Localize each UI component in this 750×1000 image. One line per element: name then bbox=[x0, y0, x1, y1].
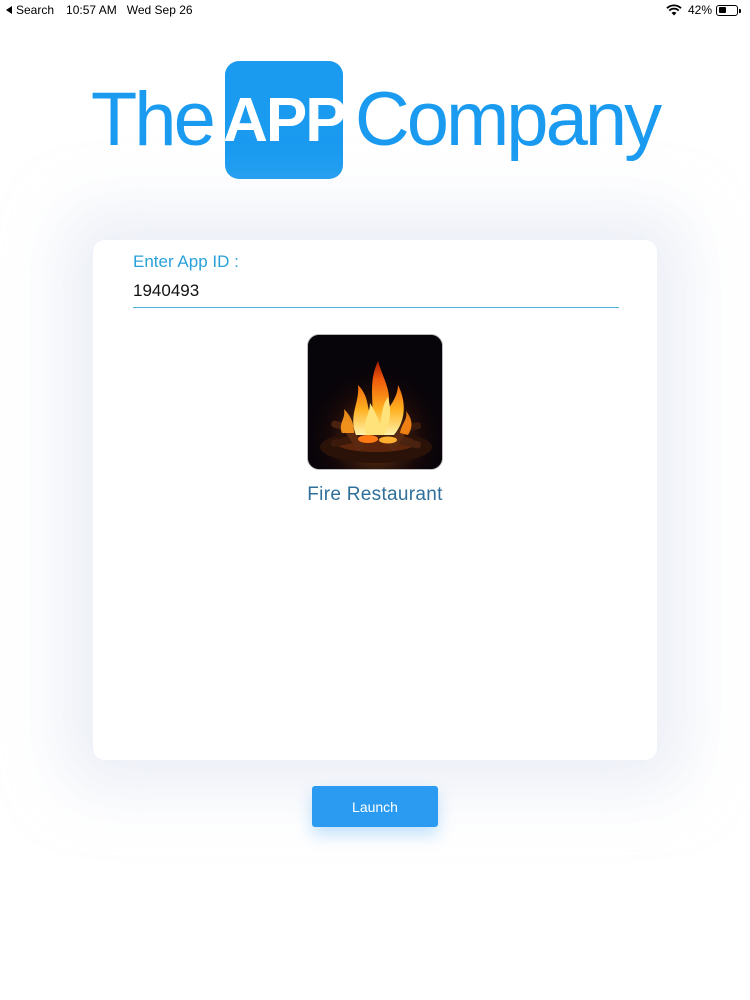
status-bar: Search 10:57 AM Wed Sep 26 42% bbox=[0, 0, 750, 22]
logo-app-box: APP bbox=[223, 61, 347, 179]
app-name-label: Fire Restaurant bbox=[307, 484, 443, 505]
battery-percent: 42% bbox=[687, 3, 712, 17]
wifi-icon bbox=[666, 4, 682, 16]
status-left: Search 10:57 AM Wed Sep 26 bbox=[6, 3, 193, 17]
battery-level bbox=[718, 7, 726, 13]
company-logo: The APP Company bbox=[0, 60, 750, 180]
back-to-search-link[interactable]: Search bbox=[16, 3, 54, 17]
logo-word-the: The bbox=[90, 77, 216, 162]
app-launcher-screen: Search 10:57 AM Wed Sep 26 42% The APP C… bbox=[0, 0, 750, 1000]
app-id-input[interactable] bbox=[133, 280, 619, 308]
back-arrow-icon[interactable] bbox=[6, 6, 12, 14]
status-date: Wed Sep 26 bbox=[126, 3, 193, 17]
logo-word-company: Company bbox=[354, 77, 662, 162]
campfire-icon bbox=[308, 335, 442, 469]
app-icon-tile[interactable] bbox=[307, 334, 443, 470]
launch-button[interactable]: Launch bbox=[312, 786, 438, 827]
status-time: 10:57 AM bbox=[66, 3, 117, 17]
app-id-card: Enter App ID : 1940493 Fire Restaurant bbox=[93, 240, 657, 760]
status-right: 42% bbox=[666, 3, 741, 17]
battery-icon bbox=[716, 4, 741, 16]
app-id-label: Enter App ID : bbox=[133, 252, 239, 271]
